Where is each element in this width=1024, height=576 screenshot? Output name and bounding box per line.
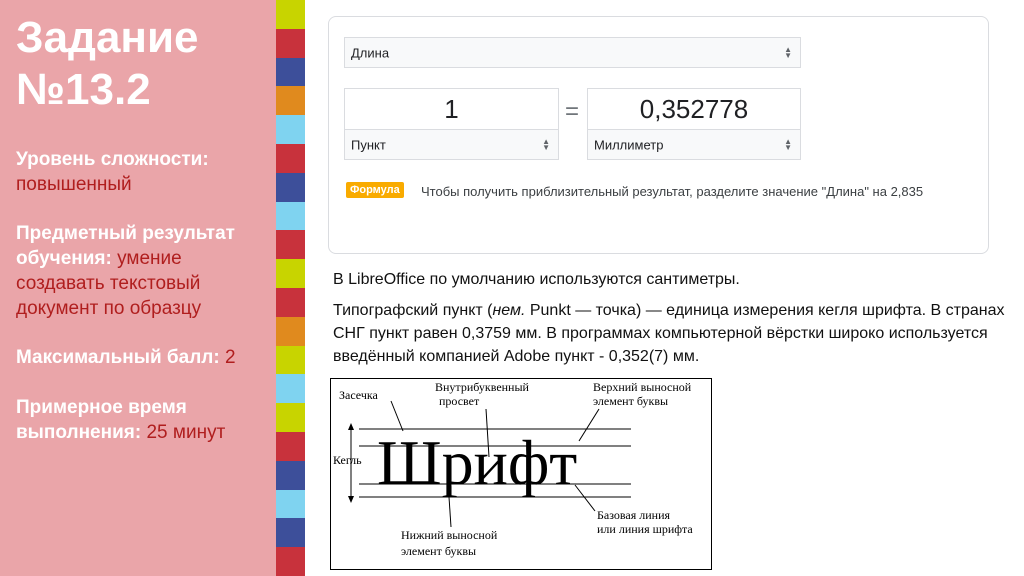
stripe-segment <box>276 230 305 260</box>
pointer-baseline <box>574 484 596 512</box>
stripe-segment <box>276 316 305 346</box>
max-score: Максимальный балл: 2 <box>16 345 272 370</box>
paragraph-italic: нем. <box>492 302 526 319</box>
label-ascender-2: элемент буквы <box>593 394 668 408</box>
max-score-value: 2 <box>224 347 236 368</box>
task-title: Задание №13.2 <box>16 12 199 116</box>
font-anatomy-svg: Шрифт Засечка Внутрибуквенный просвет Ве… <box>333 380 693 558</box>
pointer-ascender <box>578 408 600 442</box>
difficulty-value: повышенный <box>16 174 132 195</box>
category-select-value: Длина <box>351 45 390 60</box>
label-descender-2: элемент буквы <box>401 544 476 558</box>
estimated-time: Примерное время выполнения: 25 минут <box>16 395 272 445</box>
stripe-segment <box>276 115 305 144</box>
formula-badge: Формула <box>346 182 404 198</box>
paragraph-part-1: Типографский пункт ( <box>333 302 493 319</box>
stripe-segment <box>276 172 305 202</box>
to-unit-select[interactable]: Миллиметр ▲ ▼ <box>587 129 801 160</box>
arrow-down-icon <box>348 496 354 503</box>
stripe-segment <box>276 143 305 173</box>
label-serif: Засечка <box>339 388 379 402</box>
learning-result: Предметный результат обучения: умение со… <box>16 221 272 321</box>
updown-arrow-icon: ▲ ▼ <box>542 136 550 152</box>
stripe-segment <box>276 86 305 116</box>
from-unit-value: Пункт <box>351 137 386 152</box>
to-value-input[interactable]: 0,352778 <box>587 88 801 130</box>
task-title-line2: №13.2 <box>16 65 151 114</box>
stripe-segment <box>276 518 305 548</box>
task-title-line1: Задание <box>16 13 199 62</box>
label-descender-1: Нижний выносной <box>401 528 498 542</box>
color-stripe <box>276 0 305 576</box>
paragraph-default-units: В LibreOffice по умолчанию используются … <box>333 271 740 288</box>
formula-text: Чтобы получить приблизительный результат… <box>421 184 924 199</box>
label-baseline-2: или линия шрифта <box>597 522 693 536</box>
label-ascender-1: Верхний выносной <box>593 380 692 394</box>
updown-arrow-icon: ▲ ▼ <box>784 44 792 60</box>
stripe-segment <box>276 0 305 29</box>
stripe-segment <box>276 28 305 58</box>
stripe-segment <box>276 460 305 490</box>
label-baseline-1: Базовая линия <box>597 508 670 522</box>
stripe-segment <box>276 431 305 461</box>
estimated-time-value: 25 минут <box>146 422 226 443</box>
from-value-input[interactable]: 1 <box>344 88 559 130</box>
difficulty: Уровень сложности: повышенный <box>16 147 272 197</box>
difficulty-label: Уровень сложности: <box>16 149 209 170</box>
stripe-segment <box>276 287 305 317</box>
label-size: Кегль <box>333 453 362 467</box>
stripe-segment <box>276 403 305 432</box>
label-counter-2: просвет <box>439 394 480 408</box>
label-counter-1: Внутрибуквенный <box>435 380 530 394</box>
pointer-descender <box>448 496 452 528</box>
font-anatomy-figure: Шрифт Засечка Внутрибуквенный просвет Ве… <box>330 378 712 570</box>
equals-sign: = <box>565 98 580 125</box>
max-score-label: Максимальный балл: <box>16 347 220 368</box>
arrow-up-icon <box>348 423 354 430</box>
category-select[interactable]: Длина ▲ ▼ <box>344 37 801 68</box>
stripe-segment <box>276 374 305 404</box>
stripe-segment <box>276 57 305 87</box>
updown-arrow-icon: ▲ ▼ <box>784 136 792 152</box>
stripe-segment <box>276 345 305 375</box>
to-unit-value: Миллиметр <box>594 137 664 152</box>
sidebar-panel: Задание №13.2 Уровень сложности: повышен… <box>0 0 276 576</box>
from-unit-select[interactable]: Пункт ▲ ▼ <box>344 129 559 160</box>
stripe-segment <box>276 259 305 288</box>
sample-word: Шрифт <box>377 427 577 498</box>
stripe-segment <box>276 201 305 231</box>
stripe-segment <box>276 547 305 576</box>
stripe-segment <box>276 489 305 519</box>
paragraph-typographic-point: Типографский пункт (нем. Punkt — точка) … <box>333 299 1013 368</box>
